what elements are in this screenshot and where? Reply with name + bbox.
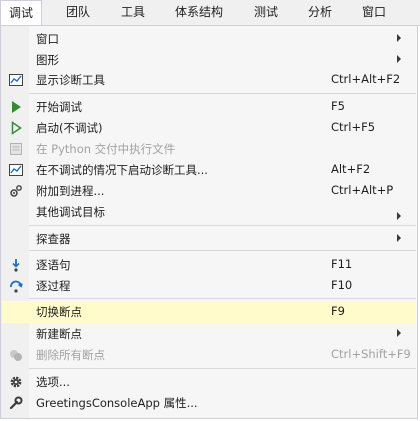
menu-item-delete-all-breakpoints: 删除所有断点 Ctrl+Shift+F9 xyxy=(2,344,416,365)
menu-item-step-into[interactable]: 逐语句 F11 xyxy=(2,254,416,275)
menu-item-profiler[interactable]: 探查器 xyxy=(2,228,416,249)
submenu-arrow-icon xyxy=(397,34,401,42)
menu-separator xyxy=(29,225,416,226)
diagnostic-tools-icon xyxy=(9,163,23,177)
menu-separator xyxy=(29,368,416,369)
menu-item-shortcut: F10 xyxy=(331,278,353,292)
menu-item-shortcut: F9 xyxy=(331,304,345,318)
menu-item-label: 窗口 xyxy=(36,32,59,46)
menu-item-label: 探查器 xyxy=(36,232,71,246)
menu-item-label: 新建断点 xyxy=(36,327,82,341)
menu-item-label: 在 Python 交付中执行文件 xyxy=(36,142,176,156)
menu-item-options[interactable]: 选项... xyxy=(2,371,416,392)
menu-item-project-properties[interactable]: GreetingsConsoleApp 属性... xyxy=(2,392,416,413)
menu-item-label: GreetingsConsoleApp 属性... xyxy=(36,396,198,410)
submenu-arrow-icon xyxy=(397,234,401,242)
menu-item-attach-to-process[interactable]: 附加到进程... Ctrl+Alt+P xyxy=(2,180,416,201)
menu-item-start-diagnostic-without-debugging[interactable]: 在不调试的情况下启动诊断工具... Alt+F2 xyxy=(2,159,416,180)
menu-item-label: 附加到进程... xyxy=(36,184,105,198)
menu-item-label: 开始调试 xyxy=(36,100,82,114)
menu-item-label: 其他调试目标 xyxy=(36,205,105,219)
menu-item-label: 在不调试的情况下启动诊断工具... xyxy=(36,163,208,177)
play-icon xyxy=(9,100,23,114)
menu-separator xyxy=(29,250,416,251)
menu-separator xyxy=(29,298,416,299)
step-into-icon xyxy=(9,258,23,272)
menu-item-label: 逐语句 xyxy=(36,258,71,272)
menu-analyze[interactable]: 分析 xyxy=(308,0,332,25)
diagnostic-tools-icon xyxy=(9,73,23,87)
delete-breakpoints-icon xyxy=(9,348,23,362)
menu-item-label: 选项... xyxy=(36,375,70,389)
menu-bar: 调试 团队 工具 体系结构 测试 分析 窗口 xyxy=(0,0,420,26)
menu-item-shortcut: Alt+F2 xyxy=(331,162,371,176)
menu-test[interactable]: 测试 xyxy=(254,0,278,25)
menu-item-start-without-debugging[interactable]: 启动(不调试) Ctrl+F5 xyxy=(2,117,416,138)
submenu-arrow-icon xyxy=(397,212,401,220)
gear-icon xyxy=(9,375,23,389)
menu-item-shortcut: F5 xyxy=(331,99,345,113)
menu-item-label: 删除所有断点 xyxy=(36,348,105,362)
menu-item-step-over[interactable]: 逐过程 F10 xyxy=(2,275,416,296)
menu-item-label: 启动(不调试) xyxy=(36,121,103,135)
menu-item-label: 切换断点 xyxy=(36,305,82,319)
debug-dropdown-menu: 窗口 图形 显示诊断工具 Ctrl+Alt+F2 开始调试 F5 启动(不调试)… xyxy=(0,25,418,419)
menu-team[interactable]: 团队 xyxy=(66,0,90,25)
menu-item-label: 图形 xyxy=(36,53,59,67)
attach-process-icon xyxy=(9,184,23,198)
step-over-icon xyxy=(9,279,23,293)
menu-item-new-breakpoint[interactable]: 新建断点 xyxy=(2,323,416,344)
menu-separator xyxy=(29,93,416,94)
menu-item-start-debugging[interactable]: 开始调试 F5 xyxy=(2,96,416,117)
menu-item-label: 显示诊断工具 xyxy=(36,73,105,87)
menu-tools[interactable]: 工具 xyxy=(121,0,145,25)
menu-item-shortcut: Ctrl+F5 xyxy=(331,120,376,134)
menu-debug[interactable]: 调试 xyxy=(0,0,43,25)
menu-item-shortcut: Ctrl+Alt+F2 xyxy=(331,72,401,86)
menu-window[interactable]: 窗口 xyxy=(362,0,386,25)
menu-item-label: 逐过程 xyxy=(36,279,71,293)
menu-item-shortcut: Ctrl+Shift+F9 xyxy=(331,347,411,361)
menu-item-graphics[interactable]: 图形 xyxy=(2,49,416,70)
python-file-icon xyxy=(9,142,23,156)
wrench-icon xyxy=(9,396,23,410)
submenu-arrow-icon xyxy=(397,55,401,63)
menu-item-windows[interactable]: 窗口 xyxy=(2,28,416,49)
submenu-arrow-icon xyxy=(397,329,401,337)
menu-item-other-debug-targets[interactable]: 其他调试目标 xyxy=(2,201,416,222)
menu-item-shortcut: F11 xyxy=(331,257,353,271)
menu-item-execute-in-python: 在 Python 交付中执行文件 xyxy=(2,138,416,159)
menu-architecture[interactable]: 体系结构 xyxy=(175,0,223,25)
menu-item-toggle-breakpoint[interactable]: 切换断点 F9 xyxy=(2,301,416,323)
menu-item-shortcut: Ctrl+Alt+P xyxy=(331,183,394,197)
play-outline-icon xyxy=(9,121,23,135)
menu-item-show-diagnostic-tools[interactable]: 显示诊断工具 Ctrl+Alt+F2 xyxy=(2,69,416,90)
